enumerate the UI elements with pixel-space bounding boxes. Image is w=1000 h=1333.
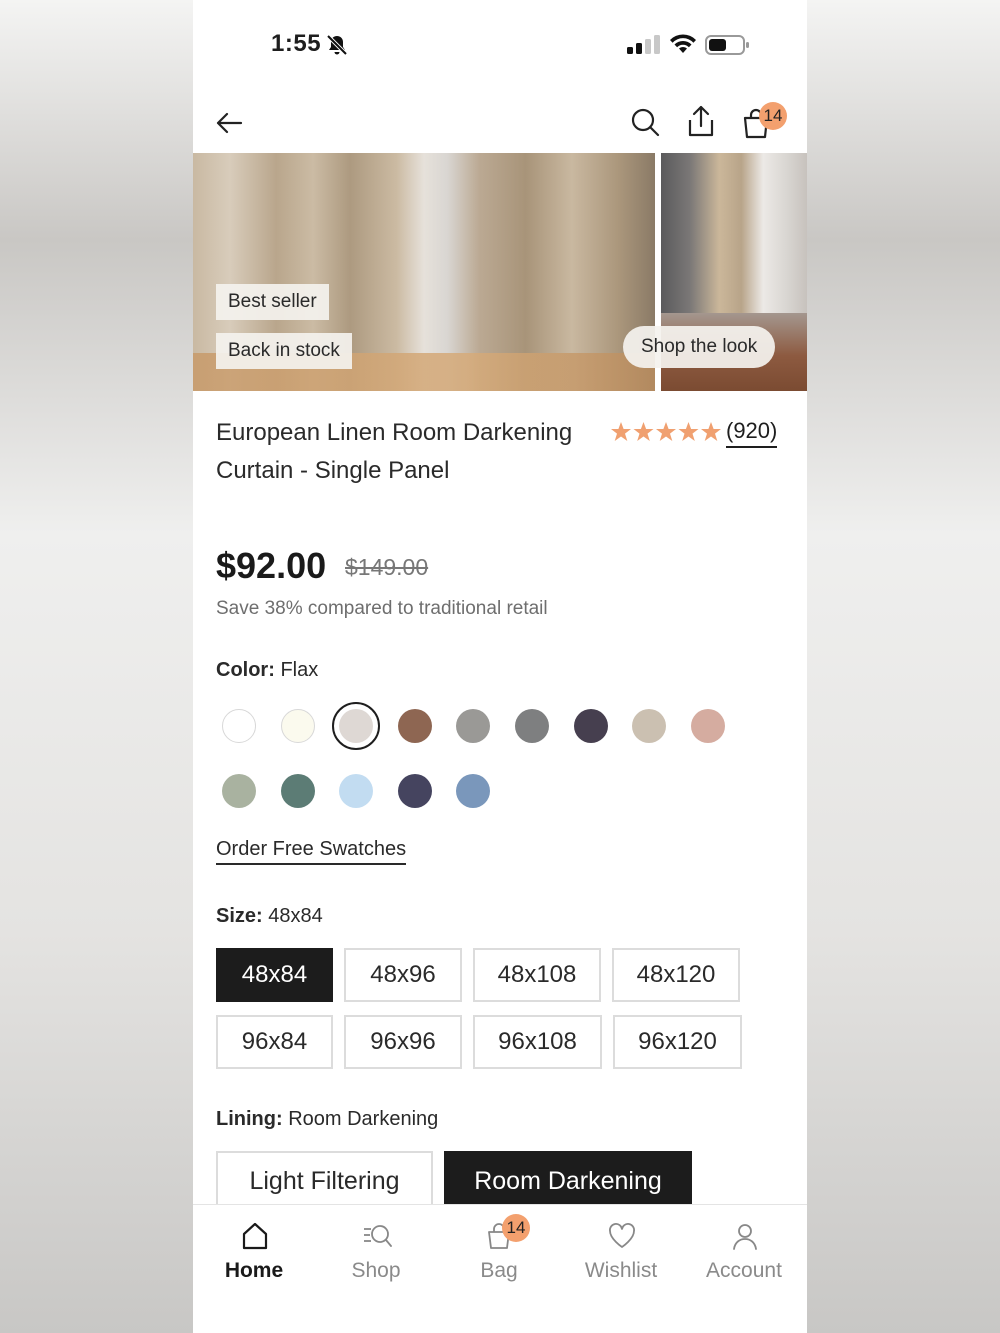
tab-bag-label: Bag xyxy=(480,1259,518,1282)
tab-account[interactable]: Account xyxy=(683,1205,805,1305)
savings-text: Save 38% compared to traditional retail xyxy=(216,598,548,619)
rating-stars-icon[interactable] xyxy=(610,421,722,443)
color-swatch[interactable] xyxy=(397,774,432,808)
color-swatch[interactable] xyxy=(280,774,315,808)
size-option-48x96[interactable]: 48x96 xyxy=(344,948,462,1002)
size-option-48x108[interactable]: 48x108 xyxy=(473,948,601,1002)
shop-the-look-button[interactable]: Shop the look xyxy=(623,326,776,368)
color-swatch[interactable] xyxy=(690,709,725,743)
phone-screen: 1:55 14 Best seller Back in stock Shop t… xyxy=(193,0,807,1333)
color-swatch[interactable] xyxy=(456,709,491,743)
color-selected-value: Flax xyxy=(280,659,319,681)
size-option-96x96[interactable]: 96x96 xyxy=(344,1015,462,1069)
color-swatch[interactable] xyxy=(397,709,432,743)
background-right xyxy=(807,0,1000,1333)
cell-signal-icon xyxy=(627,35,660,54)
background-left xyxy=(0,0,193,1333)
tab-wishlist[interactable]: Wishlist xyxy=(560,1205,682,1305)
status-time: 1:55 xyxy=(271,30,322,57)
size-option-48x84[interactable]: 48x84 xyxy=(216,948,333,1002)
color-swatch[interactable] xyxy=(573,709,608,743)
color-swatch[interactable] xyxy=(222,709,256,743)
color-swatch[interactable] xyxy=(515,709,549,743)
lining-label-title: Lining: xyxy=(216,1108,283,1130)
color-label: Color: Flax xyxy=(216,659,318,682)
tab-account-label: Account xyxy=(706,1259,782,1282)
lining-option-light-filtering[interactable]: Light Filtering xyxy=(216,1151,433,1211)
size-option-96x108[interactable]: 96x108 xyxy=(473,1015,602,1069)
lining-label: Lining: Room Darkening xyxy=(216,1108,438,1131)
size-selected-value: 48x84 xyxy=(268,905,323,927)
color-label-title: Color: xyxy=(216,659,275,681)
battery-icon xyxy=(705,35,749,55)
color-swatch[interactable] xyxy=(339,709,374,743)
tab-wishlist-label: Wishlist xyxy=(584,1259,658,1282)
lining-option-room-darkening[interactable]: Room Darkening xyxy=(444,1151,692,1211)
color-swatch[interactable] xyxy=(222,774,256,808)
best-seller-tag: Best seller xyxy=(216,284,329,320)
size-label-title: Size: xyxy=(216,905,263,927)
tab-home[interactable]: Home xyxy=(193,1205,315,1305)
heart-icon xyxy=(609,1223,635,1248)
review-count-link[interactable]: (920) xyxy=(726,418,778,448)
home-icon xyxy=(242,1222,268,1250)
original-price: $149.00 xyxy=(345,554,429,580)
color-swatch[interactable] xyxy=(280,709,315,743)
size-option-96x84[interactable]: 96x84 xyxy=(216,1015,333,1069)
search-icon[interactable] xyxy=(629,106,661,138)
tab-bag-count-badge: 14 xyxy=(502,1214,530,1242)
color-swatch[interactable] xyxy=(456,774,491,808)
shop-search-icon xyxy=(364,1225,392,1247)
tab-shop-label: Shop xyxy=(351,1259,401,1282)
share-icon[interactable] xyxy=(685,104,717,138)
product-image-gallery[interactable]: Best seller Back in stock Shop the look xyxy=(193,153,807,391)
size-label: Size: 48x84 xyxy=(216,905,323,928)
color-swatch[interactable] xyxy=(339,774,374,808)
back-arrow-icon[interactable] xyxy=(213,108,245,138)
order-free-swatches-link[interactable]: Order Free Swatches xyxy=(216,838,407,865)
bell-muted-icon xyxy=(326,34,348,56)
lining-selected-value: Room Darkening xyxy=(288,1108,439,1130)
tab-bag[interactable]: Bag xyxy=(438,1205,560,1305)
account-icon xyxy=(733,1224,757,1250)
tab-shop[interactable]: Shop xyxy=(315,1205,437,1305)
bag-count-badge: 14 xyxy=(759,102,787,130)
bottom-tab-bar: Home Shop Bag Wishlist Account xyxy=(193,1204,807,1333)
wifi-icon xyxy=(670,34,696,53)
color-swatch[interactable] xyxy=(632,709,667,743)
sale-price: $92.00 xyxy=(216,545,327,586)
product-title: European Linen Room Darkening Curtain - … xyxy=(216,419,573,484)
size-option-96x120[interactable]: 96x120 xyxy=(613,1015,742,1069)
tab-home-label: Home xyxy=(224,1259,284,1282)
size-option-48x120[interactable]: 48x120 xyxy=(612,948,740,1002)
back-in-stock-tag: Back in stock xyxy=(216,333,352,369)
